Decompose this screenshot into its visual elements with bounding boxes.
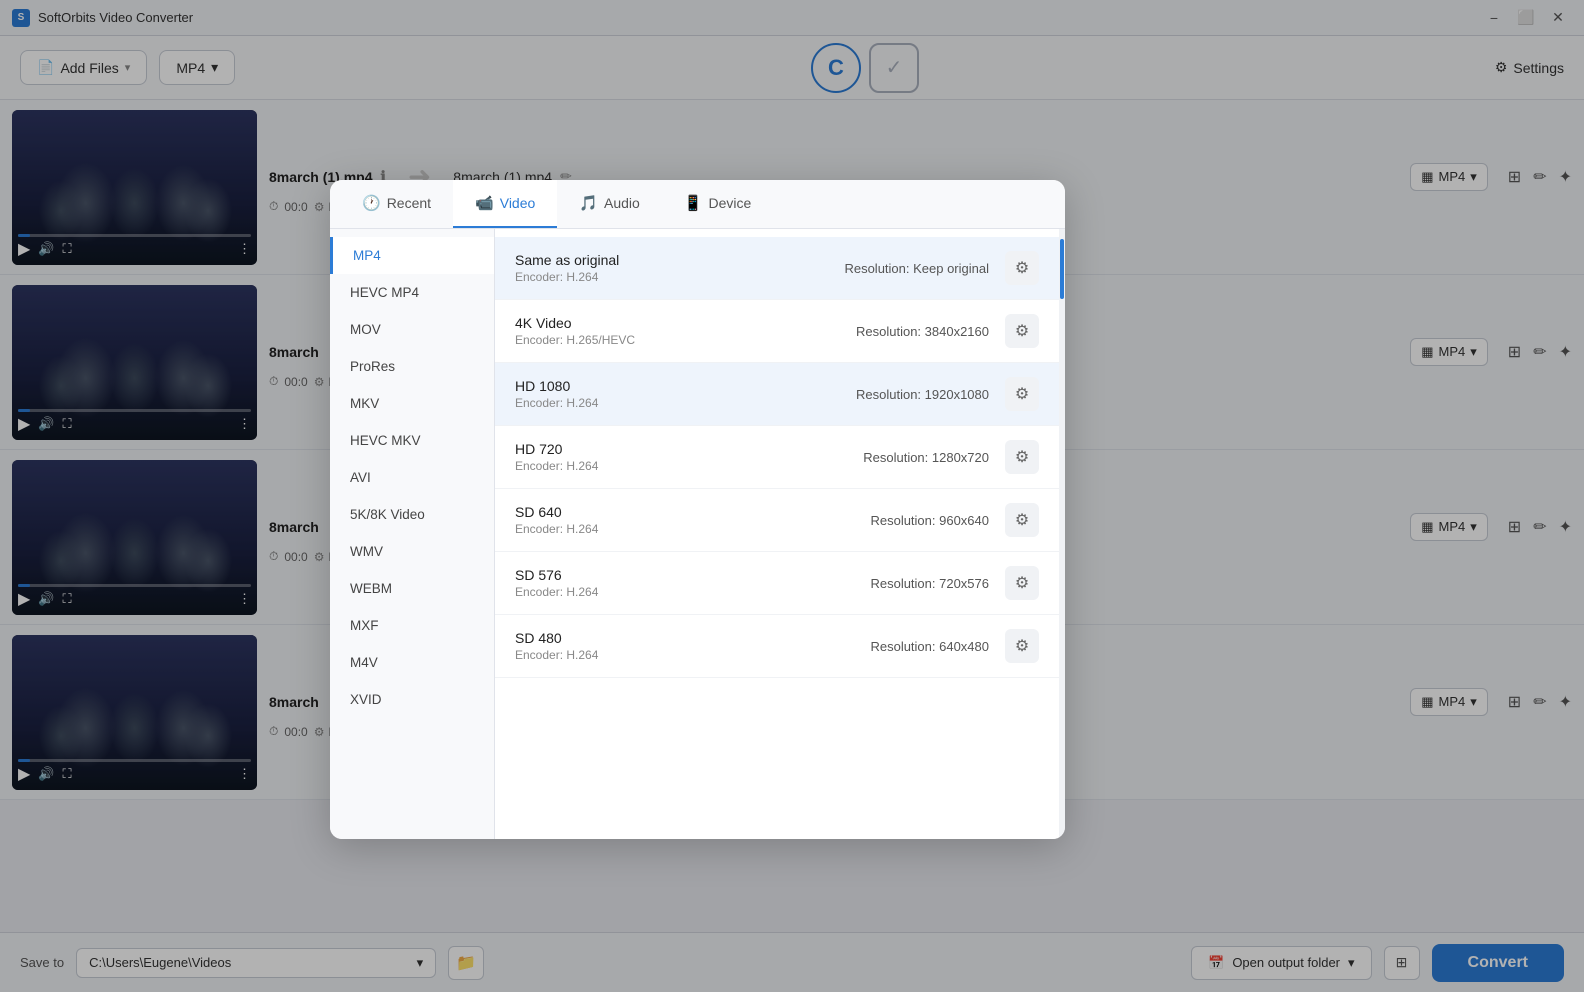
format-item-5k8k[interactable]: 5K/8K Video [330, 496, 494, 533]
preset-encoder: Encoder: H.264 [515, 270, 844, 284]
format-item-label: MKV [350, 396, 379, 411]
format-item-m4v[interactable]: M4V [330, 644, 494, 681]
preset-encoder: Encoder: H.264 [515, 648, 870, 662]
preset-settings-button[interactable]: ⚙ [1005, 566, 1039, 600]
preset-resolution: Resolution: 3840x2160 [856, 324, 989, 339]
preset-item-same-as-original[interactable]: Same as original Encoder: H.264 Resoluti… [495, 237, 1059, 300]
preset-list: Same as original Encoder: H.264 Resoluti… [495, 229, 1059, 839]
modal-scrollbar-thumb [1060, 239, 1064, 299]
format-item-avi[interactable]: AVI [330, 459, 494, 496]
format-item-label: 5K/8K Video [350, 507, 425, 522]
preset-encoder: Encoder: H.264 [515, 522, 870, 536]
preset-resolution: Resolution: 640x480 [870, 639, 989, 654]
preset-name: HD 720 [515, 441, 863, 457]
preset-encoder: Encoder: H.265/HEVC [515, 333, 856, 347]
format-item-mkv[interactable]: MKV [330, 385, 494, 422]
tab-recent-label: Recent [387, 195, 431, 211]
tab-audio-label: Audio [604, 195, 640, 211]
format-item-label: XVID [350, 692, 382, 707]
preset-settings-button[interactable]: ⚙ [1005, 503, 1039, 537]
modal-body: MP4 HEVC MP4 MOV ProRes MKV HEVC MKV AVI… [330, 229, 1065, 839]
tab-recent[interactable]: 🕐 Recent [340, 180, 453, 228]
format-item-hevc-mp4[interactable]: HEVC MP4 [330, 274, 494, 311]
tab-video-label: Video [500, 195, 536, 211]
preset-encoder: Encoder: H.264 [515, 396, 856, 410]
preset-name: Same as original [515, 252, 844, 268]
tab-device[interactable]: 📱 Device [662, 180, 773, 228]
preset-resolution: Resolution: 720x576 [870, 576, 989, 591]
format-item-label: WMV [350, 544, 383, 559]
format-item-webm[interactable]: WEBM [330, 570, 494, 607]
preset-info: 4K Video Encoder: H.265/HEVC [515, 315, 856, 347]
format-item-mov[interactable]: MOV [330, 311, 494, 348]
preset-settings-button[interactable]: ⚙ [1005, 629, 1039, 663]
preset-info: HD 720 Encoder: H.264 [515, 441, 863, 473]
preset-encoder: Encoder: H.264 [515, 585, 870, 599]
preset-item-sd640[interactable]: SD 640 Encoder: H.264 Resolution: 960x64… [495, 489, 1059, 552]
format-item-mp4[interactable]: MP4 [330, 237, 494, 274]
preset-settings-button[interactable]: ⚙ [1005, 251, 1039, 285]
format-item-wmv[interactable]: WMV [330, 533, 494, 570]
format-list: MP4 HEVC MP4 MOV ProRes MKV HEVC MKV AVI… [330, 229, 495, 839]
format-item-label: HEVC MKV [350, 433, 421, 448]
preset-item-hd1080[interactable]: HD 1080 Encoder: H.264 Resolution: 1920x… [495, 363, 1059, 426]
preset-settings-button[interactable]: ⚙ [1005, 377, 1039, 411]
preset-name: SD 576 [515, 567, 870, 583]
format-item-label: ProRes [350, 359, 395, 374]
preset-item-4k[interactable]: 4K Video Encoder: H.265/HEVC Resolution:… [495, 300, 1059, 363]
preset-name: HD 1080 [515, 378, 856, 394]
preset-name: SD 480 [515, 630, 870, 646]
tab-audio[interactable]: 🎵 Audio [557, 180, 662, 228]
preset-name: SD 640 [515, 504, 870, 520]
tab-video[interactable]: 📹 Video [453, 180, 557, 228]
preset-resolution: Resolution: 1280x720 [863, 450, 989, 465]
preset-info: HD 1080 Encoder: H.264 [515, 378, 856, 410]
preset-resolution: Resolution: 960x640 [870, 513, 989, 528]
preset-info: SD 576 Encoder: H.264 [515, 567, 870, 599]
preset-item-sd480[interactable]: SD 480 Encoder: H.264 Resolution: 640x48… [495, 615, 1059, 678]
format-item-label: MXF [350, 618, 379, 633]
preset-info: SD 640 Encoder: H.264 [515, 504, 870, 536]
format-item-label: M4V [350, 655, 378, 670]
preset-settings-button[interactable]: ⚙ [1005, 440, 1039, 474]
preset-item-sd576[interactable]: SD 576 Encoder: H.264 Resolution: 720x57… [495, 552, 1059, 615]
tab-device-label: Device [708, 195, 751, 211]
preset-resolution: Resolution: Keep original [844, 261, 989, 276]
format-item-label: MOV [350, 322, 381, 337]
preset-info: Same as original Encoder: H.264 [515, 252, 844, 284]
format-item-mxf[interactable]: MXF [330, 607, 494, 644]
modal-scrollbar[interactable] [1059, 229, 1065, 839]
device-tab-icon: 📱 [684, 194, 703, 212]
format-item-xvid[interactable]: XVID [330, 681, 494, 718]
format-item-label: HEVC MP4 [350, 285, 419, 300]
preset-info: SD 480 Encoder: H.264 [515, 630, 870, 662]
recent-icon: 🕐 [362, 194, 381, 212]
format-item-hevc-mkv[interactable]: HEVC MKV [330, 422, 494, 459]
modal-tabs: 🕐 Recent 📹 Video 🎵 Audio 📱 Device [330, 180, 1065, 229]
preset-settings-button[interactable]: ⚙ [1005, 314, 1039, 348]
format-modal: 🕐 Recent 📹 Video 🎵 Audio 📱 Device MP4 HE… [330, 180, 1065, 839]
format-item-label: AVI [350, 470, 371, 485]
format-item-prores[interactable]: ProRes [330, 348, 494, 385]
preset-encoder: Encoder: H.264 [515, 459, 863, 473]
preset-item-hd720[interactable]: HD 720 Encoder: H.264 Resolution: 1280x7… [495, 426, 1059, 489]
preset-name: 4K Video [515, 315, 856, 331]
preset-resolution: Resolution: 1920x1080 [856, 387, 989, 402]
format-item-label: WEBM [350, 581, 392, 596]
video-tab-icon: 📹 [475, 194, 494, 212]
format-item-label: MP4 [353, 248, 381, 263]
audio-tab-icon: 🎵 [579, 194, 598, 212]
